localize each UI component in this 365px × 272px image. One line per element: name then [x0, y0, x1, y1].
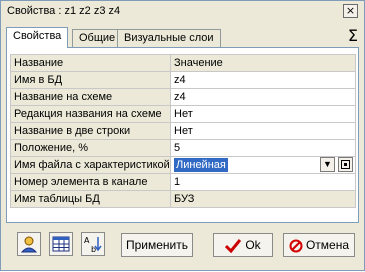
svg-text:A: A — [84, 236, 90, 245]
sigma-icon[interactable]: Σ — [348, 26, 358, 45]
table-header-row: Название Значение — [10, 54, 356, 72]
browse-icon[interactable] — [338, 157, 353, 172]
apply-button[interactable]: Применить — [121, 233, 193, 257]
property-name: Имя в БД — [10, 71, 171, 89]
property-value[interactable]: Нет — [170, 105, 356, 123]
ok-button[interactable]: Ok — [213, 233, 273, 257]
cancel-button[interactable]: Отмена — [283, 233, 355, 257]
property-value[interactable]: Нет — [170, 122, 356, 140]
property-name: Название в две строки — [10, 122, 171, 140]
tab-properties[interactable]: Свойства — [6, 27, 69, 48]
property-name: Название на схеме — [10, 88, 171, 106]
table-icon[interactable] — [49, 232, 73, 256]
table-row[interactable]: Название на схеме z4 — [10, 88, 356, 106]
tab-visual-layers[interactable]: Визуальные слои — [117, 29, 221, 47]
cancel-label: Отмена — [305, 238, 350, 252]
property-value[interactable]: БУЗ — [170, 190, 356, 208]
column-header-name: Название — [10, 54, 171, 72]
property-value[interactable]: z4 — [170, 88, 356, 106]
property-name: Имя таблицы БД — [10, 190, 171, 208]
check-icon — [225, 238, 242, 254]
property-value[interactable]: z4 — [170, 71, 356, 89]
table-row[interactable]: Название в две строки Нет — [10, 122, 356, 140]
chevron-down-icon[interactable]: ▼ — [320, 157, 335, 172]
table-row[interactable]: Положение, % 5 — [10, 139, 356, 157]
button-bar: A b Применить Ok Отмена — [1, 227, 365, 272]
property-value[interactable]: 1 — [170, 173, 356, 191]
table-row[interactable]: Имя файла с характеристикой Линейная ▼ — [10, 156, 356, 174]
window-title: Свойства : z1 z2 z3 z4 — [7, 5, 121, 17]
properties-table: Название Значение Имя в БД z4 Название н… — [10, 54, 356, 208]
properties-panel: Название Значение Имя в БД z4 Название н… — [6, 47, 359, 223]
properties-dialog: Свойства : z1 z2 z3 z4 × Свойства Общие … — [0, 0, 365, 271]
property-name: Редакция названия на схеме — [10, 105, 171, 123]
sort-icon[interactable]: A b — [81, 232, 105, 256]
property-name: Номер элемента в канале — [10, 173, 171, 191]
property-name: Положение, % — [10, 139, 171, 157]
title-bar: Свойства : z1 z2 z3 z4 × — [1, 1, 364, 23]
ok-label: Ok — [245, 238, 261, 252]
user-search-icon[interactable] — [17, 232, 41, 256]
table-row[interactable]: Имя в БД z4 — [10, 71, 356, 89]
cancel-icon — [289, 239, 303, 253]
close-button[interactable]: × — [343, 4, 358, 18]
property-value[interactable]: 5 — [170, 139, 356, 157]
property-value-dropdown[interactable]: Линейная ▼ — [170, 156, 356, 174]
table-row[interactable]: Имя таблицы БД БУЗ — [10, 190, 356, 208]
property-name: Имя файла с характеристикой — [10, 156, 171, 174]
selected-value[interactable]: Линейная — [174, 158, 228, 172]
tab-general[interactable]: Общие — [72, 29, 123, 47]
column-header-value: Значение — [170, 54, 356, 72]
table-row[interactable]: Редакция названия на схеме Нет — [10, 105, 356, 123]
table-row[interactable]: Номер элемента в канале 1 — [10, 173, 356, 191]
